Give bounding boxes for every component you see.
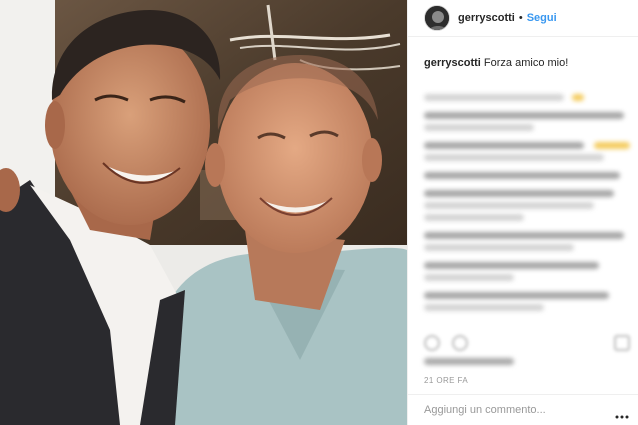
caption-text: Forza amico mio! (483, 57, 569, 69)
blurred-comment (424, 190, 614, 197)
header-separator: • (518, 12, 523, 24)
bookmark-icon[interactable] (614, 335, 630, 351)
blurred-comment (424, 274, 514, 281)
blurred-comment (424, 202, 594, 209)
blurred-comment (424, 142, 584, 149)
blurred-emoji (572, 94, 584, 101)
blurred-comment (424, 244, 574, 251)
blurred-comment (424, 262, 599, 269)
comments-list (424, 88, 630, 320)
more-options-icon[interactable] (615, 406, 629, 424)
header-username[interactable]: gerryscotti (458, 12, 515, 24)
post-actions (424, 332, 630, 354)
post-header: gerryscotti • Segui (408, 0, 638, 37)
post-caption: gerryscotti Forza amico mio! (408, 37, 638, 70)
blurred-comment (424, 172, 620, 179)
comment-icon[interactable] (452, 335, 468, 351)
post-timestamp[interactable]: 21 ORE FA (424, 376, 468, 385)
profile-avatar-icon[interactable] (424, 5, 450, 31)
blurred-comment (424, 112, 624, 119)
likes-count-blurred[interactable] (424, 358, 514, 365)
post-image (0, 0, 407, 425)
blurred-comment (424, 124, 534, 131)
post-side-panel: gerryscotti • Segui gerryscotti Forza am… (407, 0, 638, 425)
blurred-comment (424, 304, 544, 311)
blurred-comment (424, 232, 624, 239)
caption-username[interactable]: gerryscotti (424, 57, 481, 69)
post-photo[interactable] (0, 0, 407, 425)
comment-input[interactable] (424, 404, 604, 416)
blurred-comment (424, 154, 604, 161)
blurred-comment (424, 214, 524, 221)
add-comment-bar (408, 394, 638, 425)
blurred-emoji (594, 142, 630, 149)
follow-button[interactable]: Segui (527, 12, 557, 24)
blurred-comment (424, 94, 564, 101)
blurred-comment (424, 292, 609, 299)
like-icon[interactable] (424, 335, 440, 351)
